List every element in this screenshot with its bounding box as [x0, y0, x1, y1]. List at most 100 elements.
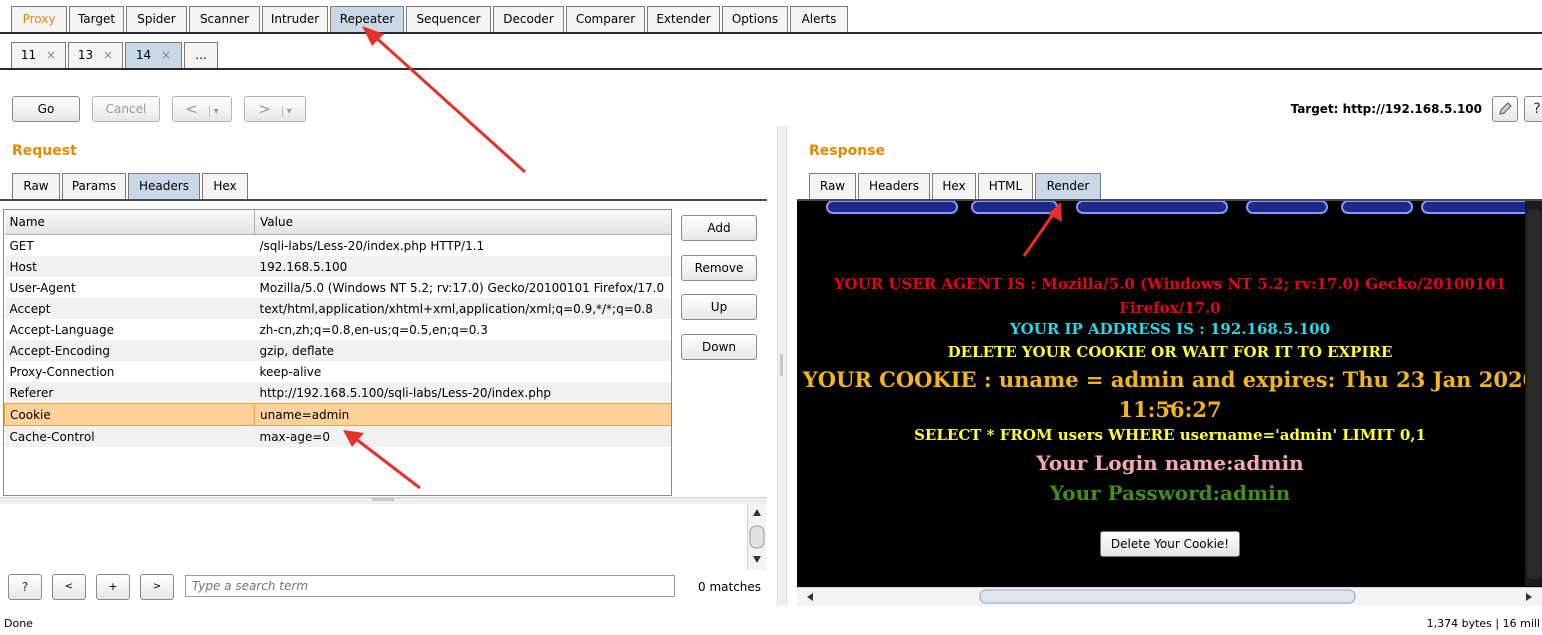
search-prev-button[interactable]: <	[52, 574, 86, 600]
edit-target-button[interactable]	[1492, 96, 1518, 122]
request-tab-hex[interactable]: Hex	[202, 173, 248, 199]
close-icon[interactable]: ×	[46, 48, 56, 62]
response-tab-hex[interactable]: Hex	[932, 173, 976, 199]
delete-cookie-button[interactable]: Delete Your Cookie!	[1099, 531, 1241, 557]
header-name: Proxy-Connection	[4, 361, 255, 382]
splitter-grip	[372, 498, 394, 501]
table-row[interactable]: Cache-Control max-age=0	[4, 425, 671, 447]
tab-comparer[interactable]: Comparer	[566, 6, 645, 32]
tab-options[interactable]: Options	[722, 6, 788, 32]
header-name: Accept-Language	[4, 319, 255, 340]
header-name: User-Agent	[4, 277, 255, 298]
tab-scanner[interactable]: Scanner	[189, 6, 260, 32]
table-row[interactable]: Proxy-Connection keep-alive	[4, 361, 671, 382]
render-scrollbar-track[interactable]	[1525, 201, 1542, 586]
header-name: Accept-Encoding	[4, 340, 255, 361]
arrow-right-icon: >	[258, 100, 271, 118]
header-value: /sqli-labs/Less-20/index.php HTTP/1.1	[254, 234, 671, 256]
tab-repeater[interactable]: Repeater	[330, 6, 404, 32]
render-horizontal-scrollbar[interactable]	[797, 587, 1542, 606]
repeater-tab-14[interactable]: 14 ×	[125, 42, 182, 68]
scrollbar-arrows-icon	[749, 509, 765, 563]
column-header-name[interactable]: Name	[4, 210, 255, 235]
tab-proxy[interactable]: Proxy	[11, 6, 67, 32]
password-line: Your Password:admin	[1049, 481, 1291, 505]
table-row[interactable]: Referer http://192.168.5.100/sqli-labs/Le…	[4, 382, 671, 404]
go-button[interactable]: Go	[12, 96, 80, 122]
status-text: Done	[4, 617, 33, 630]
ip-address-line: YOUR IP ADDRESS IS : 192.168.5.100	[1009, 320, 1331, 338]
search-next-button[interactable]: >	[140, 574, 174, 600]
chevron-down-icon: ▾	[208, 106, 219, 117]
table-row[interactable]: Host 192.168.5.100	[4, 256, 671, 277]
help-button[interactable]: ?	[1524, 96, 1542, 122]
tab-extender[interactable]: Extender	[647, 6, 720, 32]
cookie-expiry-time: 11:56:27	[1118, 397, 1222, 422]
remove-button[interactable]: Remove	[681, 255, 757, 281]
header-name: Referer	[4, 382, 255, 404]
tab-intruder[interactable]: Intruder	[262, 6, 328, 32]
tab-sequencer[interactable]: Sequencer	[406, 6, 491, 32]
cancel-button[interactable]: Cancel	[92, 96, 160, 122]
request-tab-params[interactable]: Params	[62, 173, 126, 199]
request-tab-raw[interactable]: Raw	[12, 173, 60, 199]
header-value[interactable]: uname=admin	[254, 403, 671, 426]
table-row[interactable]: User-Agent Mozilla/5.0 (Windows NT 5.2; r…	[4, 277, 671, 298]
header-value: max-age=0	[254, 425, 671, 447]
repeater-tab-label: 14	[135, 48, 152, 62]
response-tab-raw[interactable]: Raw	[809, 173, 856, 199]
header-name: Cache-Control	[4, 425, 255, 447]
repeater-tab-11[interactable]: 11 ×	[11, 42, 66, 68]
response-tab-render[interactable]: Render	[1035, 173, 1101, 199]
table-row[interactable]: Accept text/html,application/xhtml+xml,ap…	[4, 298, 671, 319]
search-match-count: 0 matches	[698, 580, 762, 594]
main-tab-divider	[0, 32, 1542, 34]
request-title: Request	[12, 143, 77, 159]
arrow-left-icon: <	[185, 100, 198, 118]
user-agent-line-2: Firefox/17.0	[1119, 299, 1221, 317]
tab-decoder[interactable]: Decoder	[493, 6, 564, 32]
response-title: Response	[809, 143, 886, 159]
header-value: text/html,application/xhtml+xml,applicat…	[254, 298, 671, 319]
chevron-down-icon: ▾	[281, 106, 292, 117]
horizontal-splitter[interactable]	[0, 497, 767, 504]
search-input[interactable]	[185, 575, 675, 597]
sql-query-line: SELECT * FROM users WHERE username='admi…	[914, 426, 1426, 444]
header-value: keep-alive	[254, 361, 671, 382]
table-row[interactable]: Accept-Encoding gzip, deflate	[4, 340, 671, 361]
tab-spider[interactable]: Spider	[126, 6, 187, 32]
editor-scrollbar[interactable]	[747, 504, 766, 570]
header-name: Accept	[4, 298, 255, 319]
response-tab-html[interactable]: HTML	[978, 173, 1033, 199]
table-row-selected[interactable]: Cookie uname=admin	[4, 403, 671, 426]
tab-target[interactable]: Target	[69, 6, 124, 32]
repeater-tab-13[interactable]: 13 ×	[68, 42, 123, 68]
up-button[interactable]: Up	[681, 294, 757, 320]
close-icon[interactable]: ×	[103, 48, 113, 62]
column-header-value[interactable]: Value	[254, 210, 671, 235]
header-value: Mozilla/5.0 (Windows NT 5.2; rv:17.0) Ge…	[254, 277, 671, 298]
render-scrollbar-thumb[interactable]	[1527, 209, 1541, 579]
vertical-splitter[interactable]	[777, 126, 787, 606]
splitter-grip	[780, 354, 783, 376]
request-body-editor[interactable]	[0, 504, 745, 570]
forward-button[interactable]: > ▾	[244, 96, 306, 122]
search-help-button[interactable]: ?	[8, 574, 42, 600]
request-tab-headers[interactable]: Headers	[128, 173, 200, 199]
pencil-icon	[1499, 102, 1512, 115]
headers-table: Name Value GET/sqli-labs/Less-20/index.p…	[3, 209, 672, 496]
horizontal-scroll-icon	[807, 589, 1532, 604]
response-tab-headers[interactable]: Headers	[858, 173, 930, 199]
add-button[interactable]: Add	[681, 215, 757, 241]
down-button[interactable]: Down	[681, 334, 757, 360]
search-add-button[interactable]: +	[96, 574, 130, 600]
back-button[interactable]: < ▾	[172, 96, 232, 122]
close-icon[interactable]: ×	[161, 48, 171, 62]
table-row[interactable]: GET/sqli-labs/Less-20/index.php HTTP/1.1	[4, 234, 671, 256]
header-name: Host	[4, 256, 255, 277]
delete-cookie-notice: DELETE YOUR COOKIE OR WAIT FOR IT TO EXP…	[947, 343, 1393, 361]
tab-alerts[interactable]: Alerts	[790, 6, 848, 32]
table-row[interactable]: Accept-Language zh-cn,zh;q=0.8,en-us;q=0.…	[4, 319, 671, 340]
user-agent-line: YOUR USER AGENT IS : Mozilla/5.0 (Window…	[833, 275, 1507, 293]
repeater-tab-new[interactable]: ...	[184, 42, 218, 68]
